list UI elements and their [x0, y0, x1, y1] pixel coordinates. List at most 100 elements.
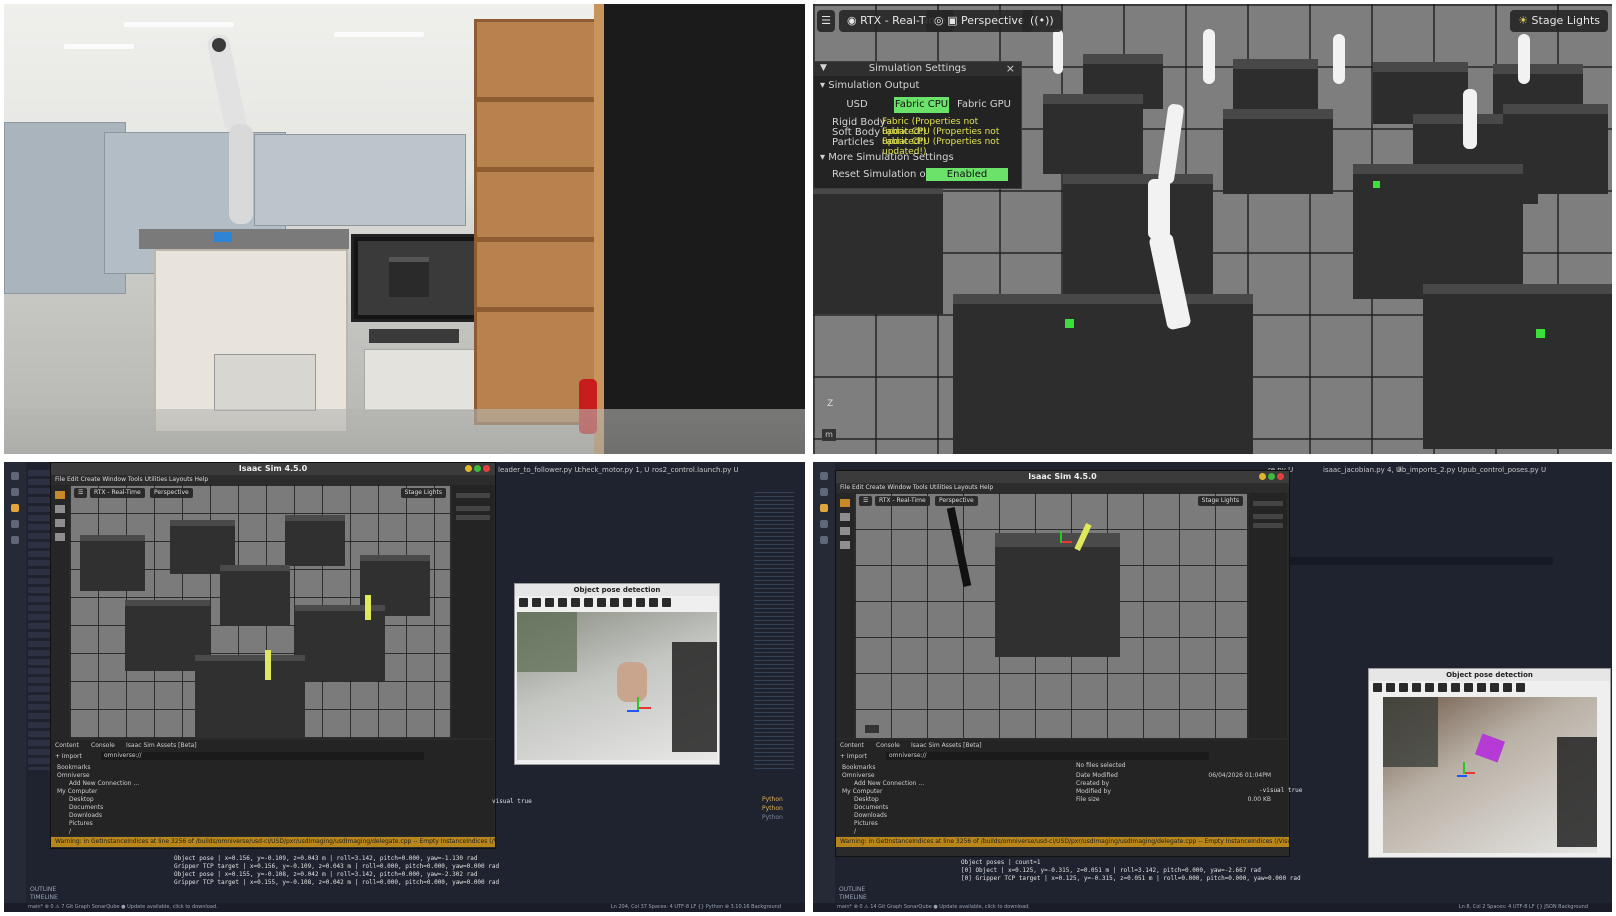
- stage-panel[interactable]: [1249, 493, 1287, 738]
- editor-tab[interactable]: ros2_control.launch.py U: [652, 466, 739, 474]
- simulation-viewport[interactable]: ☰ ◉ RTX - Real-Time ◎ ▣ Perspective ((•)…: [813, 4, 1612, 454]
- pan-icon[interactable]: [558, 598, 567, 607]
- settings-icon[interactable]: [636, 598, 645, 607]
- stage-lights-button[interactable]: Stage Lights: [1197, 496, 1243, 506]
- edit-icon[interactable]: [662, 598, 671, 607]
- tree-item[interactable]: Desktop: [854, 796, 879, 803]
- tab-assets[interactable]: Isaac Sim Assets [Beta]: [126, 742, 197, 749]
- timeline-section[interactable]: TIMELINE: [30, 894, 58, 901]
- tab-content[interactable]: Content: [55, 742, 79, 749]
- zoom-out-icon[interactable]: [1451, 683, 1460, 692]
- tree-item[interactable]: Pictures: [69, 820, 93, 827]
- back-icon[interactable]: [532, 598, 541, 607]
- tree-item[interactable]: /: [854, 828, 856, 835]
- object-pose-window[interactable]: Object pose detection: [1368, 668, 1611, 858]
- tree-item[interactable]: Documents: [854, 804, 888, 811]
- run-icon[interactable]: [11, 520, 19, 528]
- copy-icon[interactable]: [1477, 683, 1486, 692]
- source-control-icon[interactable]: [11, 504, 19, 512]
- menu-icon[interactable]: ☰: [74, 488, 88, 498]
- menu-icon[interactable]: ☰: [859, 496, 873, 506]
- isaac-viewport[interactable]: ☰ RTX - Real-Time Perspective Stage Ligh…: [855, 493, 1247, 738]
- tree-item[interactable]: Bookmarks: [57, 764, 91, 771]
- content-browser[interactable]: Content Console Isaac Sim Assets [Beta] …: [836, 740, 1288, 836]
- simulation-settings-panel[interactable]: ▼ Simulation Settings × ▾ Simulation Out…: [813, 61, 1022, 189]
- import-button[interactable]: + Import: [55, 753, 82, 760]
- menu-bar[interactable]: File Edit Create Window Tools Utilities …: [51, 475, 495, 485]
- info-icon[interactable]: [649, 598, 658, 607]
- tree-item[interactable]: Downloads: [69, 812, 102, 819]
- extensions-icon[interactable]: [820, 536, 828, 544]
- tree-item[interactable]: My Computer: [57, 788, 97, 795]
- audio-button[interactable]: ((•)): [1022, 10, 1062, 32]
- editor-tab[interactable]: check_motor.py 1, U: [578, 466, 649, 474]
- stage-lights-button[interactable]: ☀ Stage Lights: [1510, 10, 1608, 32]
- tree-item[interactable]: Add New Connection ...: [69, 780, 139, 787]
- pan-icon[interactable]: [1412, 683, 1421, 692]
- path-input[interactable]: omniverse://: [886, 752, 1209, 760]
- simulation-output-header[interactable]: ▾ Simulation Output: [814, 80, 1021, 92]
- menu-bar[interactable]: File Edit Create Window Tools Utilities …: [836, 483, 1289, 493]
- copy-icon[interactable]: [623, 598, 632, 607]
- search-icon[interactable]: [820, 488, 828, 496]
- editor-tab[interactable]: isaac_jacobian.py 4, U: [1323, 466, 1401, 474]
- info-icon[interactable]: [1503, 683, 1512, 692]
- save-icon[interactable]: [1464, 683, 1473, 692]
- outline-section[interactable]: OUTLINE: [839, 886, 865, 893]
- camera-button[interactable]: ◎ ▣ Perspective: [926, 10, 1033, 32]
- tree-item[interactable]: Omniverse: [842, 772, 875, 779]
- tab-content[interactable]: Content: [840, 742, 864, 749]
- maximize-icon[interactable]: [474, 465, 481, 472]
- tab-console[interactable]: Console: [876, 742, 900, 749]
- tree-item[interactable]: Documents: [69, 804, 103, 811]
- zoom-in-icon[interactable]: [1438, 683, 1447, 692]
- camera-button[interactable]: Perspective: [150, 488, 193, 498]
- zoom-icon[interactable]: [1425, 683, 1434, 692]
- window-controls[interactable]: [465, 465, 491, 473]
- status-right[interactable]: Ln 204, Col 37 Spaces: 4 UTF-8 LF {} Pyt…: [611, 903, 781, 912]
- renderer-button[interactable]: RTX - Real-Time: [875, 496, 930, 506]
- tree-item[interactable]: Downloads: [854, 812, 887, 819]
- object-pose-window[interactable]: Object pose detection: [514, 583, 720, 765]
- tab-assets[interactable]: Isaac Sim Assets [Beta]: [911, 742, 982, 749]
- home-icon[interactable]: [1373, 683, 1382, 692]
- close-icon[interactable]: ×: [1006, 62, 1015, 75]
- stage-panel[interactable]: [452, 485, 494, 738]
- source-control-icon[interactable]: [820, 504, 828, 512]
- forward-icon[interactable]: [545, 598, 554, 607]
- tree-item[interactable]: Bookmarks: [842, 764, 876, 771]
- reset-toggle[interactable]: Enabled: [926, 168, 1008, 181]
- content-browser[interactable]: Content Console Isaac Sim Assets [Beta] …: [51, 740, 494, 836]
- search-icon[interactable]: [11, 488, 19, 496]
- extensions-icon[interactable]: [11, 536, 19, 544]
- isaac-viewport[interactable]: ☰ RTX - Real-Time Perspective Stage Ligh…: [70, 485, 450, 738]
- menu-icon[interactable]: ☰: [817, 10, 835, 32]
- status-bar[interactable]: main* ⊗ 0 ⚠ 7 Git Graph SonarQube ● Upda…: [4, 903, 805, 912]
- back-icon[interactable]: [1386, 683, 1395, 692]
- outline-section[interactable]: OUTLINE: [30, 886, 56, 893]
- zoom-out-icon[interactable]: [597, 598, 606, 607]
- run-icon[interactable]: [820, 520, 828, 528]
- tree-item[interactable]: Add New Connection ...: [854, 780, 924, 787]
- close-icon[interactable]: [483, 465, 490, 472]
- tree-item[interactable]: /: [69, 828, 71, 835]
- import-button[interactable]: + Import: [840, 753, 867, 760]
- forward-icon[interactable]: [1399, 683, 1408, 692]
- editor-tab[interactable]: leader_to_follower.py U: [498, 466, 580, 474]
- status-left[interactable]: main* ⊗ 0 ⚠ 14 Git Graph SonarQube ● Upd…: [837, 903, 1030, 912]
- explorer-icon[interactable]: [820, 472, 828, 480]
- zoom-icon[interactable]: [571, 598, 580, 607]
- editor-tab[interactable]: lib_imports_2.py U: [1398, 466, 1463, 474]
- tab-usd[interactable]: USD: [832, 97, 882, 113]
- minimize-icon[interactable]: [465, 465, 472, 472]
- maximize-icon[interactable]: [1268, 473, 1275, 480]
- terminal-list-item[interactable]: Python: [762, 814, 783, 821]
- file-explorer[interactable]: [28, 470, 50, 770]
- explorer-icon[interactable]: [11, 472, 19, 480]
- home-icon[interactable]: [519, 598, 528, 607]
- close-icon[interactable]: [1277, 473, 1284, 480]
- tree-item[interactable]: Pictures: [854, 820, 878, 827]
- editor-tab[interactable]: pub_control_poses.py U: [1463, 466, 1546, 474]
- edit-icon[interactable]: [1516, 683, 1525, 692]
- status-bar[interactable]: main* ⊗ 0 ⚠ 14 Git Graph SonarQube ● Upd…: [813, 903, 1612, 912]
